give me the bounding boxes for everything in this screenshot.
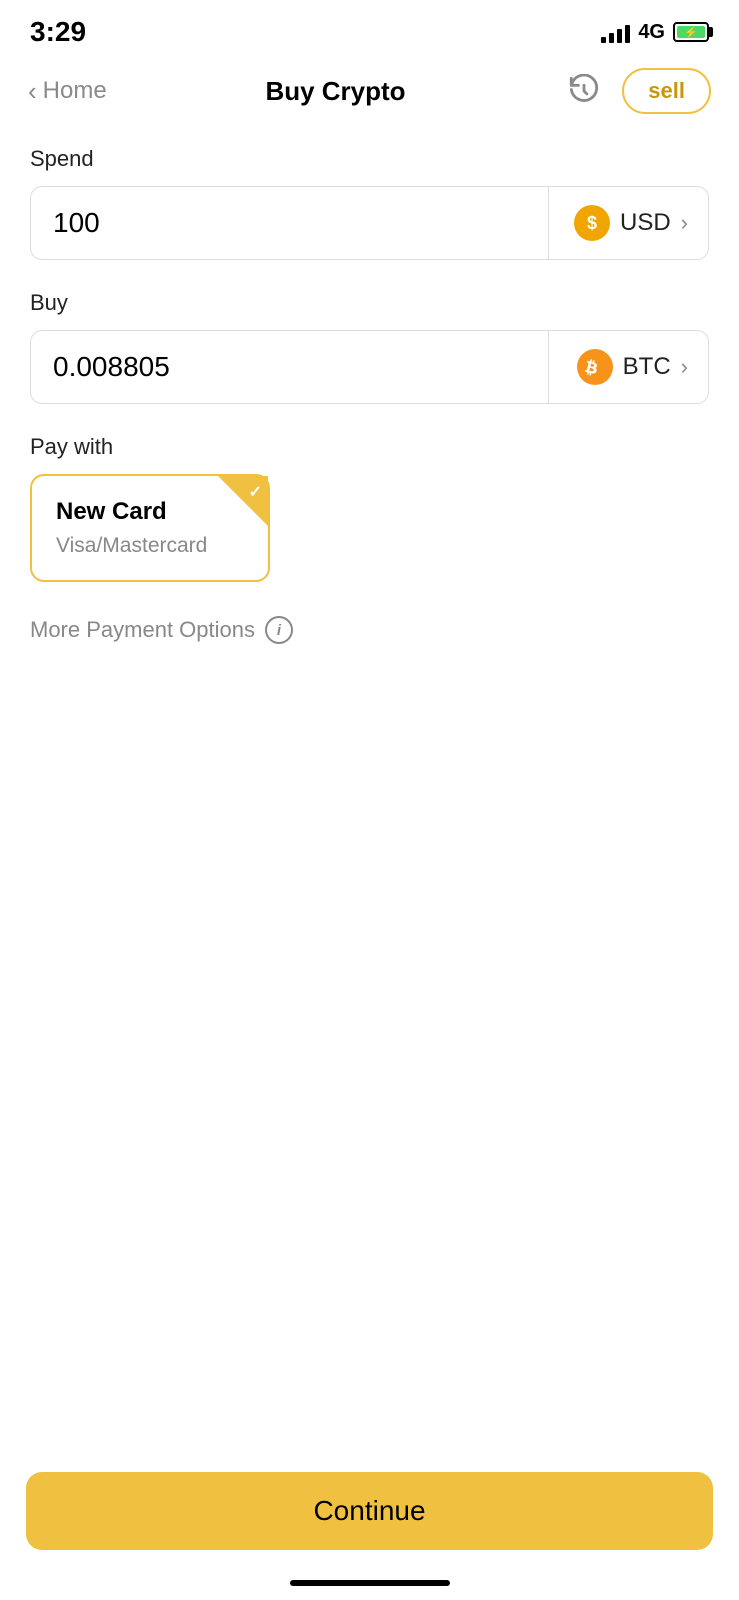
payment-card-subtitle: Visa/Mastercard [56, 534, 244, 558]
btc-icon [577, 349, 613, 385]
more-payment-label: More Payment Options [30, 617, 255, 643]
status-bar: 3:29 4G ⚡ [0, 0, 739, 56]
continue-button[interactable]: Continue [26, 1472, 713, 1550]
nav-actions: sell [564, 68, 711, 114]
pay-with-label: Pay with [30, 434, 709, 460]
buy-currency-selector[interactable]: BTC › [548, 331, 708, 403]
spend-currency-label: USD [620, 209, 671, 237]
home-indicator [290, 1580, 450, 1586]
back-button[interactable]: ‹ Home [28, 77, 107, 105]
back-label: Home [43, 77, 107, 105]
payment-card-new-card[interactable]: ✓ New Card Visa/Mastercard [30, 474, 270, 582]
spend-currency-selector[interactable]: $ USD › [548, 187, 708, 259]
signal-bars-icon [601, 21, 630, 43]
back-chevron-icon: ‹ [28, 78, 37, 104]
usd-icon: $ [574, 205, 610, 241]
buy-label: Buy [30, 290, 709, 316]
history-button[interactable] [564, 71, 604, 111]
more-payment-options-button[interactable]: More Payment Options i [30, 616, 709, 644]
sell-button[interactable]: sell [622, 68, 711, 114]
main-content: Spend $ USD › Buy BTC › [0, 126, 739, 644]
network-label: 4G [638, 21, 665, 44]
page-title: Buy Crypto [265, 76, 405, 107]
battery-icon: ⚡ [673, 22, 709, 42]
status-icons: 4G ⚡ [601, 21, 709, 44]
payment-card-title: New Card [56, 498, 244, 526]
buy-amount-input[interactable] [31, 351, 548, 383]
spend-section: Spend $ USD › [30, 146, 709, 260]
buy-input-row: BTC › [30, 330, 709, 404]
buy-section: Buy BTC › [30, 290, 709, 404]
payment-card-check-icon: ✓ [218, 476, 268, 526]
info-icon: i [265, 616, 293, 644]
status-time: 3:29 [30, 16, 86, 48]
buy-currency-chevron-icon: › [681, 354, 688, 380]
buy-currency-label: BTC [623, 353, 671, 381]
spend-input-row: $ USD › [30, 186, 709, 260]
spend-label: Spend [30, 146, 709, 172]
spend-currency-chevron-icon: › [681, 210, 688, 236]
spend-amount-input[interactable] [31, 207, 548, 239]
nav-bar: ‹ Home Buy Crypto sell [0, 56, 739, 126]
pay-with-section: Pay with ✓ New Card Visa/Mastercard More… [30, 434, 709, 644]
